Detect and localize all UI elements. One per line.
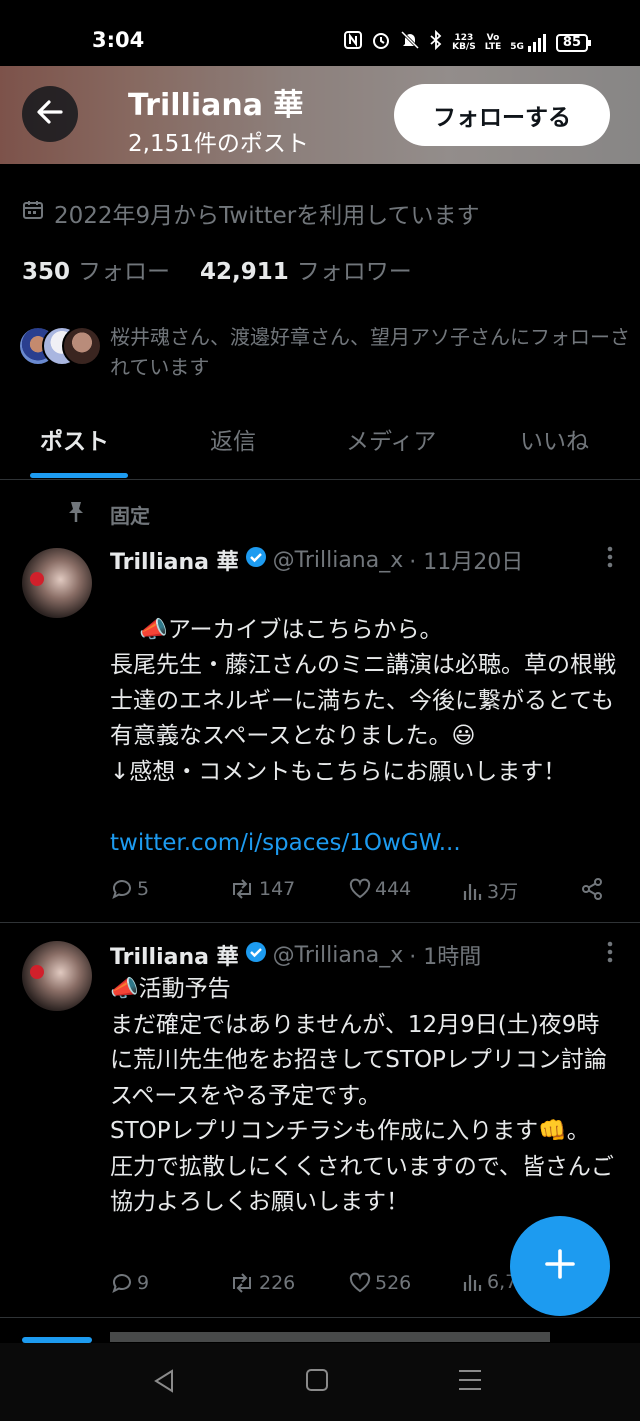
signal-icon: 5G <box>510 33 547 52</box>
post-handle: @Trilliana_x <box>272 547 404 573</box>
share-icon <box>582 878 602 900</box>
like-button[interactable]: 444 <box>348 877 411 901</box>
calendar-icon <box>22 199 44 227</box>
repost-icon <box>233 1273 251 1293</box>
follow-stats: 350 フォロー 42,911 フォロワー <box>22 252 412 286</box>
heart-icon <box>349 878 371 899</box>
tab-posts[interactable]: ポスト <box>40 422 109 456</box>
repost-icon <box>233 879 251 899</box>
back-button[interactable] <box>22 86 78 142</box>
like-count: 526 <box>375 1272 412 1294</box>
views-icon <box>463 1275 482 1291</box>
heart-icon <box>349 1272 371 1293</box>
avatar[interactable] <box>22 941 92 1011</box>
reply-button[interactable]: 5 <box>110 877 149 901</box>
battery-indicator: 85 <box>555 33 592 52</box>
post-pinned[interactable]: Trilliana 華 @Trilliana_x · 11月20日 📣アーカイブ… <box>0 540 640 923</box>
arrow-left-icon <box>35 97 65 131</box>
avatar <box>62 326 102 366</box>
more-options-icon[interactable] <box>596 941 624 963</box>
nfc-icon <box>344 31 363 54</box>
views-button[interactable]: 6,7 <box>462 1271 517 1293</box>
header-post-count: 2,151件のポスト <box>128 131 309 157</box>
status-time: 3:04 <box>92 28 145 52</box>
post-handle: @Trilliana_x <box>272 942 404 968</box>
nav-back-icon[interactable] <box>152 1367 176 1399</box>
pin-icon <box>66 500 86 529</box>
header-name: Trilliana 華 <box>128 88 304 123</box>
repost-count: 226 <box>259 1272 296 1294</box>
followed-by[interactable]: 桜井魂さん、渡邊好章さん、望月アソ子さんにフォローされています <box>18 322 630 382</box>
reply-button[interactable]: 9 <box>110 1271 149 1295</box>
post-time: · 1時間 <box>409 945 482 970</box>
views-icon <box>463 883 482 900</box>
nav-recents-icon[interactable] <box>457 1367 483 1397</box>
system-nav-bar <box>0 1343 640 1421</box>
followed-by-text: 桜井魂さん、渡邊好章さん、望月アソ子さんにフォローされています <box>110 325 630 379</box>
plus-icon <box>543 1247 577 1285</box>
like-button[interactable]: 526 <box>348 1271 411 1295</box>
followers-link[interactable]: 42,911 フォロワー <box>200 252 412 286</box>
verified-badge-icon <box>245 546 267 574</box>
post-text: 📣活動予告 まだ確定ではありませんが、12月9日(土)夜9時に荒川先生他をお招き… <box>110 976 614 1215</box>
views-count: 3万 <box>487 881 519 903</box>
active-tab-indicator <box>30 473 128 478</box>
more-options-icon[interactable] <box>596 546 624 568</box>
views-button[interactable]: 3万 <box>462 877 518 904</box>
pinned-label: 固定 <box>110 504 150 528</box>
volte-indicator: Vo LTE <box>484 32 502 52</box>
post-text: 📣アーカイブはこちらから。 長尾先生・藤江さんのミニ講演は必聴。草の根戦士達のエ… <box>110 616 616 856</box>
net-speed: 123 KB/S <box>452 32 476 52</box>
profile-header: Trilliana 華 2,151件のポスト フォローする <box>0 66 640 164</box>
avatar[interactable] <box>22 548 92 618</box>
reply-count: 5 <box>137 878 150 900</box>
repost-count: 147 <box>259 878 296 900</box>
nav-home-icon[interactable] <box>305 1367 329 1397</box>
share-button[interactable] <box>580 877 604 901</box>
reply-icon <box>112 1274 131 1293</box>
follower-avatars <box>18 326 102 372</box>
verified-badge-icon <box>245 941 267 969</box>
mute-icon <box>400 30 420 55</box>
compose-button[interactable] <box>510 1216 610 1316</box>
bluetooth-icon <box>429 29 443 55</box>
joined-text: 2022年9月からTwitterを利用しています <box>54 203 480 229</box>
status-icons: 123 KB/S Vo LTE 5G 85 <box>344 29 592 55</box>
reply-count: 9 <box>137 1272 150 1294</box>
reply-icon <box>112 880 131 899</box>
repost-button[interactable]: 226 <box>228 1271 295 1295</box>
next-post-header-peek <box>110 1332 550 1342</box>
follow-button[interactable]: フォローする <box>394 84 610 146</box>
alarm-icon <box>371 30 391 55</box>
tab-replies[interactable]: 返信 <box>210 422 256 456</box>
post-author-name[interactable]: Trilliana 華 <box>110 544 239 576</box>
repost-button[interactable]: 147 <box>228 877 295 901</box>
post-header: Trilliana 華 @Trilliana_x · 1時間 <box>110 939 481 971</box>
status-bar: 3:04 123 KB/S Vo LTE 5G 85 <box>0 0 640 66</box>
like-count: 444 <box>375 878 412 900</box>
tab-likes[interactable]: いいね <box>520 422 589 456</box>
post-author-name[interactable]: Trilliana 華 <box>110 939 239 971</box>
post-actions: 5 147 444 3万 <box>110 877 610 907</box>
following-link[interactable]: 350 フォロー <box>22 252 170 286</box>
post-link[interactable]: twitter.com/i/spaces/1OwGW... <box>110 830 461 856</box>
post-header: Trilliana 華 @Trilliana_x · 11月20日 <box>110 544 523 576</box>
tab-media[interactable]: メディア <box>346 422 436 456</box>
joined-date: 2022年9月からTwitterを利用しています <box>22 196 480 230</box>
profile-tabs: ポスト 返信 メディア いいね <box>0 400 640 480</box>
post-time: · 11月20日 <box>409 550 524 575</box>
pinned-indicator: 固定 <box>66 500 150 529</box>
